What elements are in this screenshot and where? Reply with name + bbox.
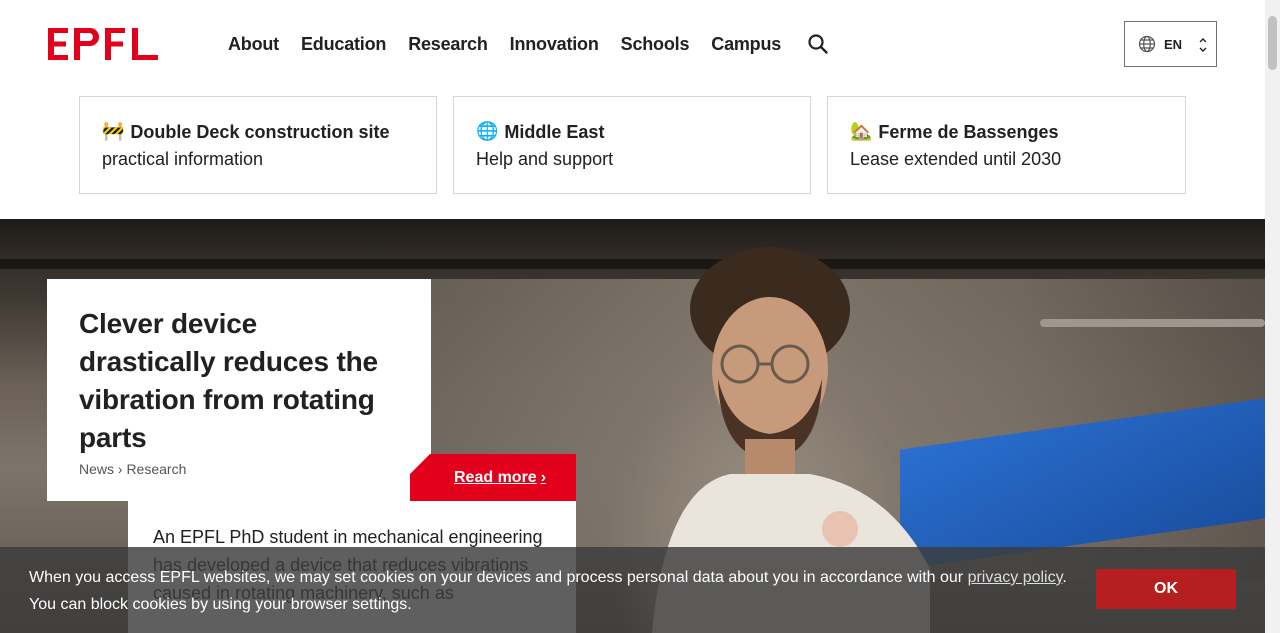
chevron-right-icon: › xyxy=(540,468,547,486)
cookie-banner: When you access EPFL websites, we may se… xyxy=(0,547,1265,633)
hero-beam xyxy=(0,259,1265,269)
hero-ceiling xyxy=(0,219,1265,279)
card-title-row: 🏡 Ferme de Bassenges xyxy=(850,121,1163,143)
nav-schools[interactable]: Schools xyxy=(621,33,690,55)
nav-innovation[interactable]: Innovation xyxy=(510,33,599,55)
scrollbar-thumb[interactable] xyxy=(1268,16,1277,70)
hero-pipe xyxy=(1040,319,1265,327)
cookie-ok-button[interactable]: OK xyxy=(1096,569,1236,609)
card-subtitle: Lease extended until 2030 xyxy=(850,149,1062,169)
card-title: Ferme de Bassenges xyxy=(878,122,1059,142)
card-title-row: 🌐 Middle East xyxy=(476,121,788,143)
card-title: Double Deck construction site xyxy=(130,122,390,142)
epfl-logo[interactable] xyxy=(48,28,158,60)
nav-about[interactable]: About xyxy=(228,33,279,55)
construction-icon: 🚧 xyxy=(102,121,125,142)
language-select[interactable]: EN xyxy=(1124,21,1217,67)
breadcrumb: News › Research xyxy=(79,461,187,477)
nav-education[interactable]: Education xyxy=(301,33,386,55)
globe-emoji-icon: 🌐 xyxy=(476,121,499,142)
page-scrollbar[interactable] xyxy=(1265,0,1280,633)
quick-link-card[interactable]: 🚧 Double Deck construction site practica… xyxy=(79,96,437,194)
house-icon: 🏡 xyxy=(850,121,873,142)
read-more-button[interactable]: Read more › xyxy=(410,454,576,501)
read-more-label: Read more xyxy=(454,468,537,486)
language-code: EN xyxy=(1164,36,1183,52)
privacy-policy-link[interactable]: privacy policy xyxy=(968,569,1063,586)
nav-research[interactable]: Research xyxy=(408,33,488,55)
select-arrows-icon xyxy=(1199,38,1207,52)
card-title-row: 🚧 Double Deck construction site xyxy=(102,121,414,143)
quick-link-card[interactable]: 🌐 Middle East Help and support xyxy=(453,96,811,194)
hero-headline-box: Clever device drastically reduces the vi… xyxy=(47,279,431,501)
quick-link-card[interactable]: 🏡 Ferme de Bassenges Lease extended unti… xyxy=(827,96,1186,194)
search-icon[interactable] xyxy=(807,33,829,55)
cookie-text: When you access EPFL websites, we may se… xyxy=(29,564,1089,618)
main-nav: About Education Research Innovation Scho… xyxy=(228,33,829,55)
card-subtitle: Help and support xyxy=(476,149,614,169)
cookie-text-before: When you access EPFL websites, we may se… xyxy=(29,569,968,586)
quick-links: 🚧 Double Deck construction site practica… xyxy=(79,96,1186,194)
card-subtitle: practical information xyxy=(102,149,264,169)
globe-icon xyxy=(1138,35,1156,53)
site-header: About Education Research Innovation Scho… xyxy=(0,0,1265,88)
hero-headline[interactable]: Clever device drastically reduces the vi… xyxy=(79,305,399,457)
nav-campus[interactable]: Campus xyxy=(711,33,781,55)
card-title: Middle East xyxy=(504,122,605,142)
